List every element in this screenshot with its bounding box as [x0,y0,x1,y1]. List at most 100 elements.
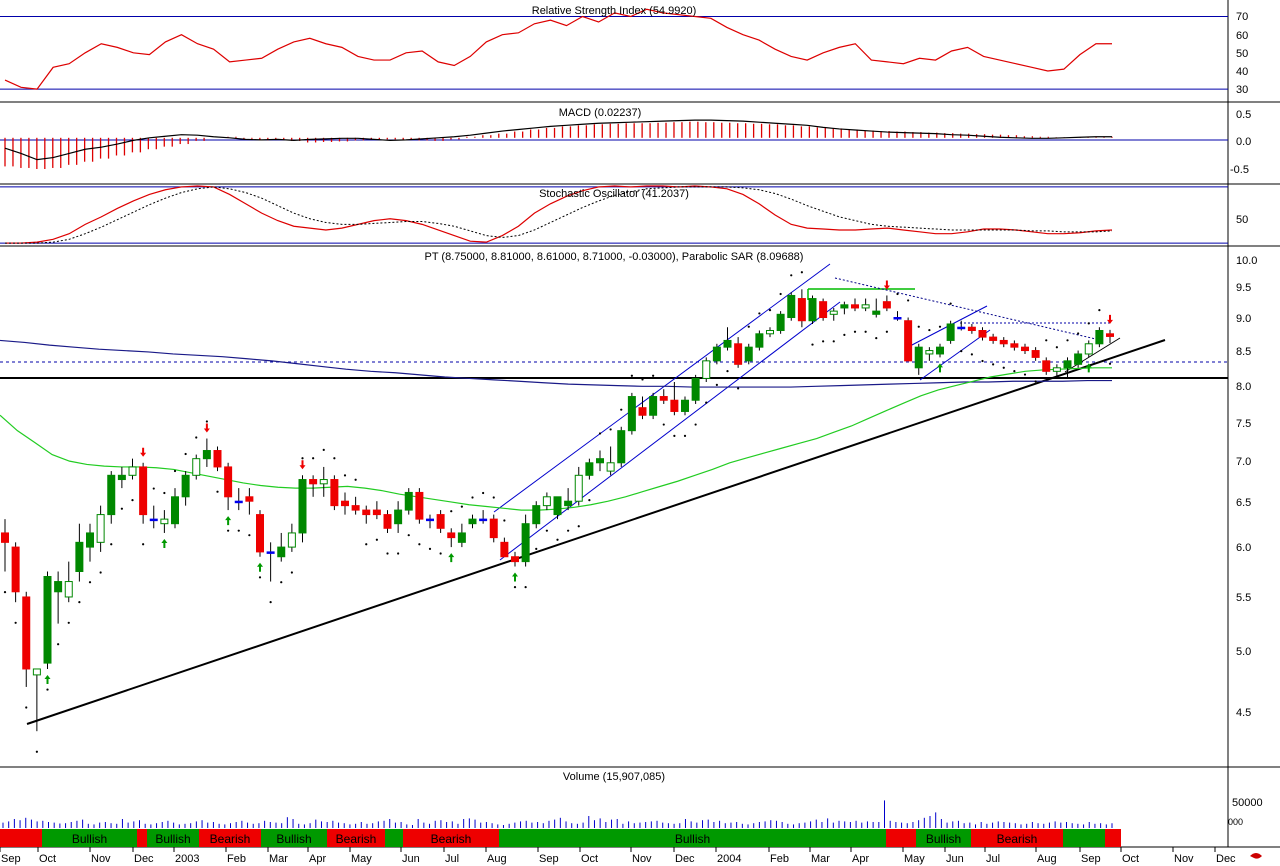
sar-dot [790,274,793,277]
price-panel: PT (8.75000, 8.81000, 8.61000, 8.71000, … [0,251,1257,753]
sar-dot [471,496,474,499]
xaxis-label: Feb [770,853,789,865]
sar-dot [280,581,283,584]
candle-body [362,509,371,516]
trend-band: Bullish Bullish Bearish Bullish Bearish Beari… [0,829,1121,847]
xaxis-label: Nov [632,853,652,865]
candle-body [819,301,828,319]
sar-dot [1013,370,1016,373]
candle-body [1063,360,1072,369]
candle-body [712,346,721,362]
candle-body [160,518,169,525]
sar-dot [35,750,38,753]
candle-body [840,304,849,309]
trend-band-label: Bullish [926,832,961,846]
sar-dot [949,302,952,305]
trend-band-segment [886,829,916,847]
buy-arrow-icon [512,572,518,582]
candle-body [776,313,785,332]
sar-dot [322,448,325,451]
candle-body [436,514,445,529]
candle-body [319,479,328,485]
trend-band-segment [1105,829,1121,847]
short-uptrend-line [1064,337,1121,373]
sar-dot [1034,380,1037,383]
xaxis-label: May [904,853,925,865]
sar-dot [535,547,538,550]
candle-body [1,532,9,543]
sar-dot [598,432,602,435]
sar-dot [715,383,718,387]
logo-icon [1250,853,1262,859]
sar-dot [152,487,155,490]
macd-panel: MACD (0.02237) 0.5 0.0 -0.5 [0,107,1251,176]
candle-body [511,556,519,563]
sar-dot [513,586,517,589]
candle-body [521,523,530,563]
macd-histogram [4,121,1113,169]
sar-dot [938,325,942,328]
candle-body [234,500,243,504]
sar-dot [620,408,623,411]
candle-body [925,350,934,355]
sar-dot [227,529,230,532]
stochastic-panel: Stochastic Oscillator (41.2037) 50 [0,185,1248,244]
sar-dot [248,534,251,537]
rsi-tick: 70 [1236,11,1248,23]
volume-bars [2,800,1113,828]
candle-body [149,518,158,522]
stoch-tick: 50 [1236,214,1248,226]
long-moving-average-line [0,339,1112,388]
volume-title: Volume (15,907,085) [563,771,665,783]
sar-dot [567,529,570,532]
sar-dot [588,499,591,502]
candle-body [532,505,541,525]
trend-band-segment [1063,829,1105,847]
candle-body [723,339,732,348]
sar-dot [343,474,347,477]
price-title: PT (8.75000, 8.81000, 8.61000, 8.71000, … [425,251,804,263]
candle-body [627,396,636,432]
sar-dot [705,401,708,404]
sar-dot [439,552,442,555]
sar-dot [864,330,867,333]
stock-chart: Relative Strength Index (54.9920) 70 60 … [0,0,1280,865]
trend-band-label: Bullish [276,832,311,846]
candle-body [904,320,913,362]
xaxis-label: Oct [1122,853,1139,865]
candle-body [192,458,201,476]
buy-arrow-icon [44,674,51,684]
candle-body [372,509,381,516]
candle-body [277,546,286,558]
trend-band-label: Bearish [431,832,472,846]
panel-frames [0,0,1280,848]
sar-dot [67,621,70,624]
sar-dot [652,374,655,377]
candle-body [861,304,870,309]
xaxis-label: 2003 [175,853,199,865]
candle-body [22,596,31,670]
price-tick: 5.0 [1236,646,1251,658]
sar-dot [503,519,506,522]
sar-dot [556,538,559,541]
candle-body [638,407,647,416]
candle-body [755,333,764,348]
sar-dot [173,469,177,473]
sar-dot [375,538,378,541]
candle-body [914,346,923,369]
buy-arrow-icon [257,562,263,572]
sar-dot [694,423,697,426]
sar-dot [779,292,782,296]
candle-body [139,466,148,516]
candle-body [649,396,658,416]
candle-body [936,346,944,355]
trend-band-label: Bearish [336,832,377,846]
sar-dot [1098,309,1101,312]
candle-body [351,505,360,511]
candle-body [659,396,668,401]
sar-dot [407,534,410,537]
long-term-trendline [26,339,1166,725]
candle-body [107,474,116,516]
rsi-tick: 60 [1236,30,1248,42]
xaxis-label: Dec [675,853,695,865]
